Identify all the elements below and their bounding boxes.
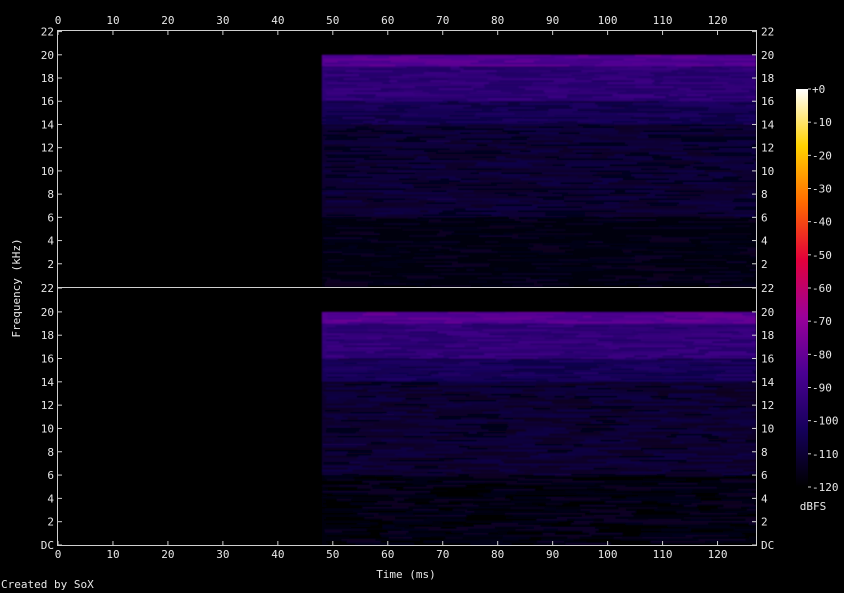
- spectrogram-heatmap: [321, 54, 756, 545]
- y-tick-label: 2: [47, 258, 54, 271]
- y-tick-label: 20: [761, 306, 774, 319]
- colorbar-tick-label: -70: [812, 315, 832, 328]
- y-tick-label: 16: [41, 95, 54, 108]
- colorbar-tick-label: -40: [812, 216, 832, 229]
- y-tick-label: 6: [47, 469, 54, 482]
- x-tick-label: 0: [55, 14, 62, 27]
- band-1: [321, 311, 756, 324]
- y-tick-label: 18: [761, 329, 774, 342]
- x-tick-label: 120: [708, 14, 728, 27]
- y-tick-label: 6: [47, 211, 54, 224]
- band-1: [321, 54, 756, 67]
- x-tick-label: 60: [381, 548, 394, 561]
- y-tick-label: 20: [41, 49, 54, 62]
- colorbar-tick-label: -80: [812, 348, 832, 361]
- x-tick-label: 100: [598, 548, 618, 561]
- y-tick-label: 10: [41, 422, 54, 435]
- y-tick-label: 8: [761, 188, 768, 201]
- y-tick-label: 8: [47, 188, 54, 201]
- colorbar-tick-label: -30: [812, 183, 832, 196]
- y-tick-label: 14: [41, 118, 55, 131]
- x-tick-label: 20: [161, 548, 174, 561]
- x-tick-label: 110: [653, 14, 673, 27]
- y-tick-label: 22: [41, 26, 54, 39]
- y-tick-label: 14: [41, 376, 55, 389]
- y-tick-label: 14: [761, 118, 775, 131]
- y-tick-label: 10: [761, 165, 774, 178]
- y-tick-label: 4: [47, 235, 54, 248]
- y-tick-label: 4: [761, 235, 768, 248]
- y-tick-label: 20: [761, 49, 774, 62]
- colorbar-gradient: [796, 89, 808, 487]
- y-tick-label: 16: [761, 95, 774, 108]
- y-tick-label: DC: [41, 539, 54, 552]
- x-tick-label: 50: [326, 14, 339, 27]
- colorbar-tick-label: -60: [812, 282, 832, 295]
- y-tick-label: 8: [761, 446, 768, 459]
- y-tick-label: 12: [761, 399, 774, 412]
- y-tick-label: 6: [761, 211, 768, 224]
- x-tick-label: 80: [491, 548, 504, 561]
- x-tick-label: 20: [161, 14, 174, 27]
- y-tick-label: 22: [41, 282, 54, 295]
- colorbar: +0 -10 -20 -30 -40 -50 -60 -70 -80 -90 -100 -110 -12…: [796, 83, 839, 494]
- x-tick-label: 40: [271, 548, 284, 561]
- x-tick-label: 0: [55, 548, 62, 561]
- channel-2-heatmap: [321, 311, 756, 545]
- y-tick-label: 2: [761, 258, 768, 271]
- x-tick-label: 10: [106, 14, 119, 27]
- x-tick-labels-top: 0 10 20 30 40 50 60 70 80 90 100 110 120: [55, 14, 728, 35]
- x-tick-label: 100: [598, 14, 618, 27]
- y-tick-label: 4: [761, 492, 768, 505]
- y-tick-label: 20: [41, 306, 54, 319]
- y-tick-label: 22: [761, 26, 774, 39]
- x-tick-label: 60: [381, 14, 394, 27]
- y-tick-label: 4: [47, 492, 54, 505]
- y-tick-label: 10: [41, 165, 54, 178]
- x-tick-label: 80: [491, 14, 504, 27]
- x-tick-label: 70: [436, 14, 449, 27]
- colorbar-tick-label: -10: [812, 116, 832, 129]
- y-tick-label: 16: [41, 353, 54, 366]
- x-tick-label: 110: [653, 548, 673, 561]
- x-tick-label: 30: [216, 548, 229, 561]
- x-tick-label: 30: [216, 14, 229, 27]
- y-tick-label: 12: [41, 399, 54, 412]
- x-tick-label: 70: [436, 548, 449, 561]
- y-tick-label: 2: [47, 516, 54, 529]
- y-tick-label: 10: [761, 422, 774, 435]
- y-tick-label: 18: [41, 329, 54, 342]
- y-tick-label: 12: [761, 142, 774, 155]
- y-tick-label: 2: [761, 516, 768, 529]
- y-tick-label: 6: [761, 469, 768, 482]
- y-tick-label: 22: [761, 282, 774, 295]
- colorbar-tick-label: +0: [812, 83, 825, 96]
- spectrogram-chart: 0 10 20 30 40 50 60 70 80 90 100 110 120 0 10 20 30 40 50…: [10, 14, 839, 581]
- colorbar-tick-label: -90: [812, 382, 832, 395]
- x-axis-label: Time (ms): [376, 568, 436, 581]
- x-tick-label: 120: [708, 548, 728, 561]
- x-tick-label: 10: [106, 548, 119, 561]
- colorbar-tick-label: -100: [812, 415, 839, 428]
- y-tick-label: 18: [41, 72, 54, 85]
- y-tick-label: 16: [761, 353, 774, 366]
- y-tick-label: DC: [761, 539, 774, 552]
- colorbar-tick-label: -120: [812, 481, 839, 494]
- credit-text: Created by SoX: [1, 578, 94, 591]
- colorbar-tick-label: -20: [812, 149, 832, 162]
- colorbar-tick-label: -50: [812, 249, 832, 262]
- y-tick-label: 12: [41, 142, 54, 155]
- x-tick-label: 90: [546, 548, 559, 561]
- y-axis-label: Frequency (kHz): [10, 238, 23, 337]
- colorbar-tick-label: -110: [812, 448, 839, 461]
- y-tick-label: 14: [761, 376, 775, 389]
- y-tick-label: 18: [761, 72, 774, 85]
- y-tick-label: 8: [47, 446, 54, 459]
- colorbar-label: dBFS: [800, 500, 827, 513]
- x-tick-label: 40: [271, 14, 284, 27]
- channel-1-heatmap: [321, 54, 756, 287]
- x-tick-label: 50: [326, 548, 339, 561]
- x-tick-label: 90: [546, 14, 559, 27]
